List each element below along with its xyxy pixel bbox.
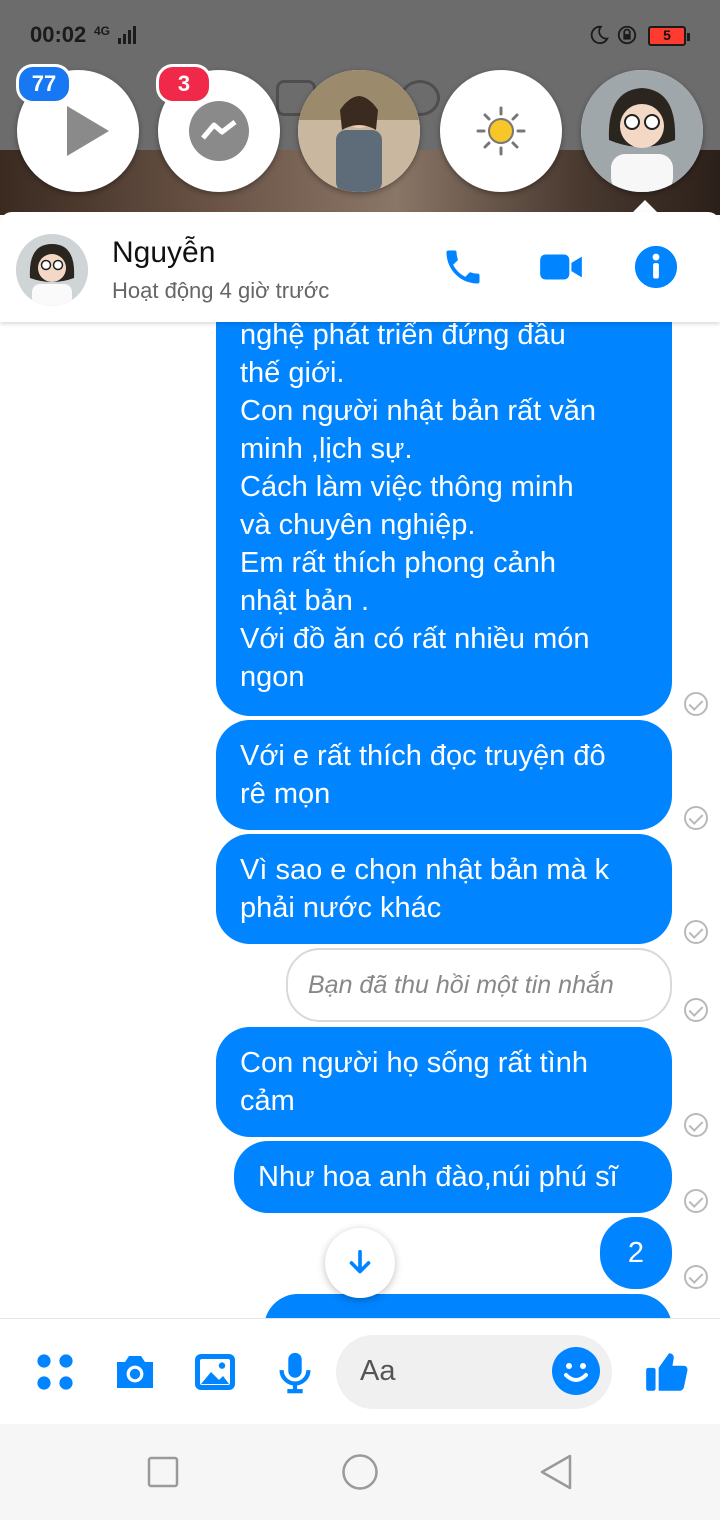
status-bar: 00:02 4G 5 <box>0 0 720 72</box>
like-button[interactable] <box>642 1347 692 1397</box>
active-contact-photo <box>581 70 703 192</box>
message-line: rê mọn <box>240 778 331 810</box>
back-icon[interactable] <box>538 1453 574 1491</box>
seen-check-icon <box>684 1265 708 1289</box>
recent-apps-icon[interactable] <box>147 1456 179 1488</box>
emoji-icon[interactable] <box>552 1347 600 1395</box>
message-line: Với e rất thích đọc truyện đô <box>240 740 606 772</box>
network-type: 4G <box>94 24 111 38</box>
message-input-placeholder: Aa <box>360 1355 396 1387</box>
seen-check-icon <box>684 920 708 944</box>
rotation-lock-icon <box>617 25 637 45</box>
message-line: 2 <box>627 1237 645 1269</box>
message-composer: Aa <box>0 1318 720 1424</box>
message-line: Em rất thích phong cảnh <box>240 547 556 579</box>
message-line: minh ,lịch sự. <box>240 433 413 465</box>
message-line: phải nước khác <box>240 892 442 924</box>
video-call-button[interactable] <box>536 242 586 292</box>
camera-icon <box>117 1356 153 1388</box>
camera-button[interactable] <box>110 1347 160 1397</box>
seen-check-icon <box>684 998 708 1022</box>
conversation-info-button[interactable] <box>631 242 681 292</box>
home-icon[interactable] <box>341 1453 379 1491</box>
contact-active-status: Hoạt động 4 giờ trước <box>112 278 330 303</box>
message-bubble[interactable]: Vì sao e chọn nhật bản mà k phải nước kh… <box>216 834 672 944</box>
chat-head-active-contact[interactable] <box>581 70 703 192</box>
video-camera-icon <box>540 254 582 280</box>
four-dots-icon <box>37 1354 73 1390</box>
message-line: Như hoa anh đào,núi phú sĩ <box>258 1161 618 1193</box>
contact-name[interactable]: Nguyễn <box>112 236 215 270</box>
voice-record-button[interactable] <box>270 1347 320 1397</box>
gallery-button[interactable] <box>190 1347 240 1397</box>
navigation-bar <box>0 1424 720 1520</box>
voice-call-button[interactable] <box>438 242 488 292</box>
battery-level: 5 <box>663 27 671 43</box>
message-line: Cách làm việc thông minh <box>240 471 574 503</box>
message-bubble-partial[interactable] <box>264 1294 672 1318</box>
message-line: cảm <box>240 1085 295 1117</box>
video-badge: 77 <box>16 64 72 104</box>
contact-photo <box>298 70 420 192</box>
seen-check-icon <box>684 1189 708 1213</box>
thumbs-up-icon <box>646 1353 688 1391</box>
phone-icon <box>446 250 480 284</box>
microphone-icon <box>279 1352 311 1394</box>
message-line: Với đồ ăn có rất nhiều món <box>240 623 590 655</box>
message-bubble[interactable]: nghệ phát triển đứng đầu thế giới. Con n… <box>216 322 672 716</box>
message-line: Vì sao e chọn nhật bản mà k <box>240 854 610 886</box>
more-actions-button[interactable] <box>30 1347 80 1397</box>
scroll-to-bottom-button[interactable] <box>325 1228 395 1298</box>
active-head-pointer <box>633 200 657 212</box>
message-line: và chuyên nghiệp. <box>240 509 476 541</box>
sun-icon <box>476 106 526 156</box>
seen-check-icon <box>684 1113 708 1137</box>
message-line: ngon <box>240 661 305 693</box>
message-line: nhật bản . <box>240 585 369 617</box>
conversation-header: Nguyễn Hoạt động 4 giờ trước <box>0 212 720 322</box>
messenger-badge: 3 <box>156 64 212 104</box>
chat-head-contact[interactable] <box>298 70 420 192</box>
message-list[interactable]: nghệ phát triển đứng đầu thế giới. Con n… <box>0 322 720 1318</box>
do-not-disturb-icon <box>590 25 609 45</box>
arrow-down-icon <box>349 1249 371 1274</box>
avatar-photo <box>16 234 88 306</box>
message-line: nghệ phát triển đứng đầu <box>240 322 566 351</box>
chat-head-brightness[interactable] <box>440 70 562 192</box>
signal-icon <box>118 26 136 44</box>
message-line: thế giới. <box>240 357 345 389</box>
image-icon <box>195 1354 235 1390</box>
seen-check-icon <box>684 692 708 716</box>
battery-icon: 5 <box>648 26 690 46</box>
recalled-message[interactable]: Bạn đã thu hồi một tin nhắn <box>286 948 672 1022</box>
status-time: 00:02 <box>30 22 87 47</box>
info-icon <box>634 245 678 289</box>
message-bubble[interactable]: Như hoa anh đào,núi phú sĩ <box>234 1141 672 1213</box>
message-bubble[interactable]: 2 <box>600 1217 672 1289</box>
seen-check-icon <box>684 806 708 830</box>
message-line: Con người họ sống rất tình <box>240 1047 588 1079</box>
avatar[interactable] <box>16 234 88 306</box>
message-bubble[interactable]: Với e rất thích đọc truyện đô rê mọn <box>216 720 672 830</box>
message-input[interactable]: Aa <box>336 1335 612 1409</box>
message-bubble[interactable]: Con người họ sống rất tình cảm <box>216 1027 672 1137</box>
message-line: Con người nhật bản rất văn <box>240 395 597 427</box>
